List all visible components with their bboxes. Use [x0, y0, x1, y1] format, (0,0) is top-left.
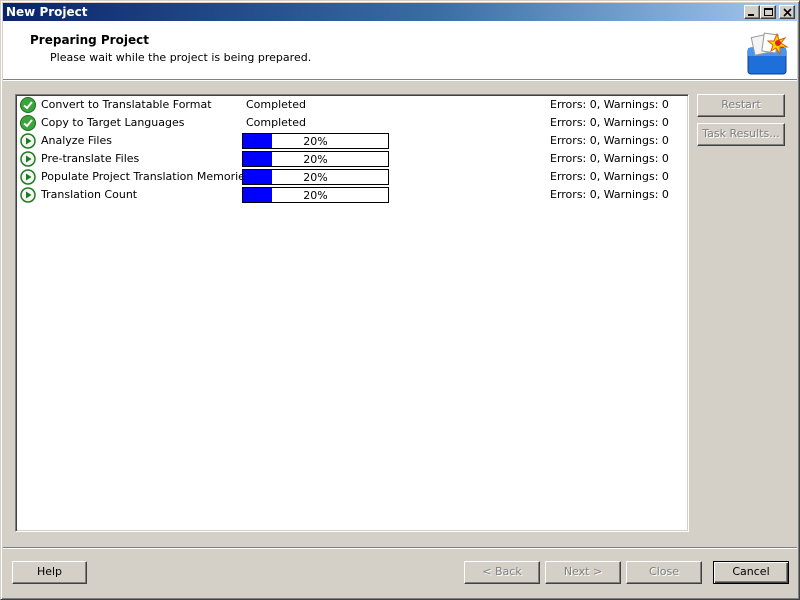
close-icon	[783, 8, 792, 17]
footer-divider	[3, 547, 797, 549]
task-name: Translation Count	[41, 188, 138, 201]
window-title: New Project	[6, 5, 88, 19]
task-errors: Errors: 0, Warnings: 0	[550, 116, 669, 129]
task-name: Populate Project Translation Memories	[41, 170, 251, 183]
task-errors: Errors: 0, Warnings: 0	[550, 170, 669, 183]
progress-percent: 20%	[303, 153, 328, 166]
progress-bar: 20%	[242, 151, 389, 167]
task-name: Copy to Target Languages	[41, 116, 185, 129]
play-icon	[20, 187, 36, 203]
task-row: Analyze Files 20% Errors: 0, Warnings: 0	[18, 132, 686, 150]
task-results-button[interactable]: Task Results...	[697, 123, 785, 146]
task-name: Pre-translate Files	[41, 152, 140, 165]
task-status: Completed	[246, 98, 306, 111]
cancel-button[interactable]: Cancel	[713, 561, 789, 584]
restart-button[interactable]: Restart	[697, 94, 785, 117]
help-button[interactable]: Help	[12, 561, 87, 584]
checkmark-icon	[20, 115, 36, 131]
back-button[interactable]: < Back	[464, 561, 540, 584]
page-title: Preparing Project	[30, 33, 149, 47]
task-errors: Errors: 0, Warnings: 0	[550, 98, 669, 111]
progress-percent: 20%	[303, 171, 328, 184]
wizard-header: Preparing Project Please wait while the …	[3, 21, 797, 79]
next-button[interactable]: Next >	[545, 561, 621, 584]
close-window-button[interactable]	[779, 5, 795, 19]
task-row: Translation Count 20% Errors: 0, Warning…	[18, 186, 686, 204]
minimize-button[interactable]	[744, 5, 760, 19]
header-divider	[3, 79, 797, 81]
minimize-icon	[748, 14, 754, 16]
task-row: Convert to Translatable Format Completed…	[18, 96, 686, 114]
play-icon	[20, 133, 36, 149]
task-status: Completed	[246, 116, 306, 129]
task-errors: Errors: 0, Warnings: 0	[550, 152, 669, 165]
task-errors: Errors: 0, Warnings: 0	[550, 134, 669, 147]
progress-bar: 20%	[242, 187, 389, 203]
task-row: Copy to Target Languages Completed Error…	[18, 114, 686, 132]
play-icon	[20, 151, 36, 167]
play-icon	[20, 169, 36, 185]
new-project-icon	[747, 32, 789, 75]
page-subtitle: Please wait while the project is being p…	[50, 51, 312, 64]
task-row: Populate Project Translation Memories 20…	[18, 168, 686, 186]
task-list[interactable]: Convert to Translatable Format Completed…	[15, 94, 689, 532]
maximize-button[interactable]	[760, 5, 776, 19]
task-row: Pre-translate Files 20% Errors: 0, Warni…	[18, 150, 686, 168]
title-bar[interactable]: New Project	[3, 3, 797, 21]
progress-percent: 20%	[303, 189, 328, 202]
checkmark-icon	[20, 97, 36, 113]
task-errors: Errors: 0, Warnings: 0	[550, 188, 669, 201]
progress-bar: 20%	[242, 133, 389, 149]
progress-bar: 20%	[242, 169, 389, 185]
maximize-icon	[764, 8, 773, 16]
close-button[interactable]: Close	[626, 561, 702, 584]
progress-percent: 20%	[303, 135, 328, 148]
task-name: Convert to Translatable Format	[41, 98, 212, 111]
task-name: Analyze Files	[41, 134, 112, 147]
